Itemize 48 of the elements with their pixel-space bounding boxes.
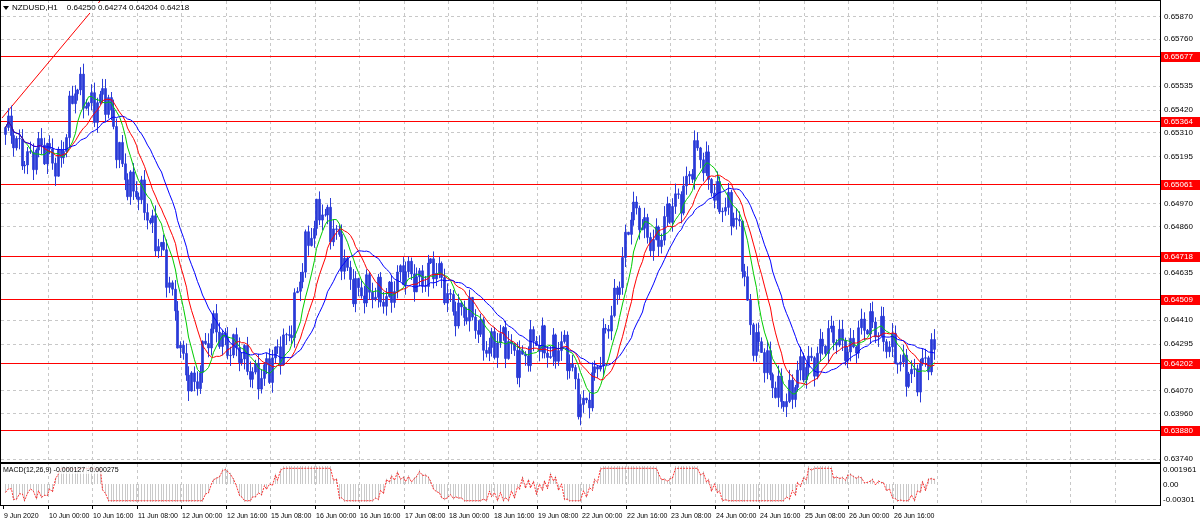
price-axis-label: 0.64635 (1164, 268, 1193, 278)
symbol-label: NZDUSD,H1 (12, 3, 58, 13)
dropdown-triangle-icon[interactable] (3, 6, 9, 10)
price-axis-label: 0.65420 (1164, 105, 1193, 115)
price-axis-label: 0.65760 (1164, 34, 1193, 44)
time-tick-mark (759, 504, 760, 510)
time-tick-mark (181, 504, 182, 510)
price-level-tag: 0.64718 (1161, 251, 1200, 262)
time-tick-mark (581, 504, 582, 510)
time-tick-mark (893, 504, 894, 510)
price-axis-label: 0.65870 (1164, 11, 1193, 21)
time-tick-mark (226, 504, 227, 510)
time-tick-mark (848, 504, 849, 510)
price-level-tag: 0.63880 (1161, 425, 1200, 436)
price-axis-label: 0.64410 (1164, 315, 1193, 325)
time-tick-mark (48, 504, 49, 510)
price-axis-label: 0.64070 (1164, 385, 1193, 395)
price-axis-label: 0.64970 (1164, 198, 1193, 208)
time-tick-mark (537, 504, 538, 510)
price-level-tag: 0.65364 (1161, 116, 1200, 127)
time-tick-mark (626, 504, 627, 510)
price-level-tag: 0.65061 (1161, 179, 1200, 190)
macd-axis-label: 0.00 (1163, 480, 1179, 489)
macd-axis-label: 0.001961 (1163, 465, 1197, 474)
price-axis-label: 0.64860 (1164, 221, 1193, 231)
price-axis-label: 0.65195 (1164, 151, 1193, 161)
ohlc-quotes: 0.64250 0.64274 0.64204 0.64218 (66, 3, 190, 13)
time-tick-mark (92, 504, 93, 510)
price-axis-label: 0.64295 (1164, 339, 1193, 349)
price-axis-label: 0.65310 (1164, 127, 1193, 137)
time-tick-mark (137, 504, 138, 510)
time-tick-mark (448, 504, 449, 510)
price-level-tag: 0.64509 (1161, 294, 1200, 305)
price-axis-label: 0.63960 (1164, 408, 1193, 418)
time-tick-mark (804, 504, 805, 510)
time-tick-mark (404, 504, 405, 510)
time-tick-mark (715, 504, 716, 510)
time-tick-mark (315, 504, 316, 510)
time-tick-mark (359, 504, 360, 510)
price-axis-label: 0.65535 (1164, 81, 1193, 91)
time-tick-mark (270, 504, 271, 510)
time-tick-mark (3, 504, 4, 510)
macd-axis-label: -0.00301 (1163, 495, 1195, 504)
time-tick-mark (670, 504, 671, 510)
price-level-tag: 0.65677 (1161, 51, 1200, 62)
time-tick-mark (493, 504, 494, 510)
price-axis-label: 0.63740 (1164, 454, 1193, 464)
price-level-tag: 0.64202 (1161, 358, 1200, 369)
